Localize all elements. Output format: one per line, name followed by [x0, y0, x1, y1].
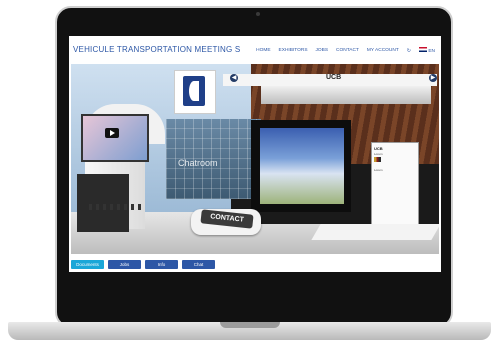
tab-jobs[interactable]: Jobs	[108, 260, 141, 269]
nav-contact[interactable]: CONTACT	[336, 48, 359, 53]
tab-info[interactable]: Info	[145, 260, 178, 269]
stand-tabs: Documents Jobs Info Chat	[71, 260, 215, 269]
language-selector[interactable]: EN	[418, 47, 435, 54]
nav-jobs[interactable]: JOBS	[316, 48, 329, 53]
tab-chat[interactable]: Chat	[182, 260, 215, 269]
roof-underside	[261, 86, 431, 104]
main-nav: HOME EXHIBITORS JOBS CONTACT MY ACCOUNT …	[256, 47, 435, 54]
nav-exhibitors[interactable]: EXHIBITORS	[279, 48, 308, 53]
display-image[interactable]	[260, 128, 344, 204]
arrow-right-icon[interactable]: ▶	[429, 74, 437, 82]
poster-subtitle: Lorem	[374, 152, 383, 156]
camera-icon	[256, 12, 260, 16]
poster-line: Lorem	[374, 168, 383, 172]
site-title: VEHICULE TRANSPORTATION MEETING S	[73, 45, 241, 54]
nav-my-account[interactable]: MY ACCOUNT	[367, 48, 399, 53]
language-label: EN	[428, 49, 435, 54]
arrow-left-icon[interactable]: ◀	[230, 74, 238, 82]
uk-flag-icon	[418, 47, 427, 52]
top-bar: VEHICULE TRANSPORTATION MEETING S HOME E…	[69, 36, 441, 64]
left-dark-panel	[77, 174, 129, 232]
video-screen[interactable]	[81, 114, 149, 162]
tab-documents[interactable]: Documents	[71, 260, 104, 269]
chairs	[89, 204, 141, 210]
play-icon[interactable]	[105, 128, 119, 138]
refresh-icon[interactable]: ↻	[407, 48, 411, 54]
stand-name: UCB	[326, 74, 342, 81]
screen: VEHICULE TRANSPORTATION MEETING S HOME E…	[69, 36, 441, 272]
poster-flag	[374, 157, 381, 162]
nav-home[interactable]: HOME	[256, 48, 270, 53]
poster-title: UCB	[374, 146, 383, 151]
laptop-frame: VEHICULE TRANSPORTATION MEETING S HOME E…	[0, 0, 491, 343]
stand-rail	[311, 224, 439, 240]
ucb-logo	[183, 76, 205, 106]
laptop-notch	[220, 322, 280, 328]
chatroom-sign[interactable]: Chatroom	[178, 158, 218, 168]
stand-viewport[interactable]: Chatroom ◀ UCB ▶ UCB Lorem Lorem CONTACT	[71, 64, 439, 254]
